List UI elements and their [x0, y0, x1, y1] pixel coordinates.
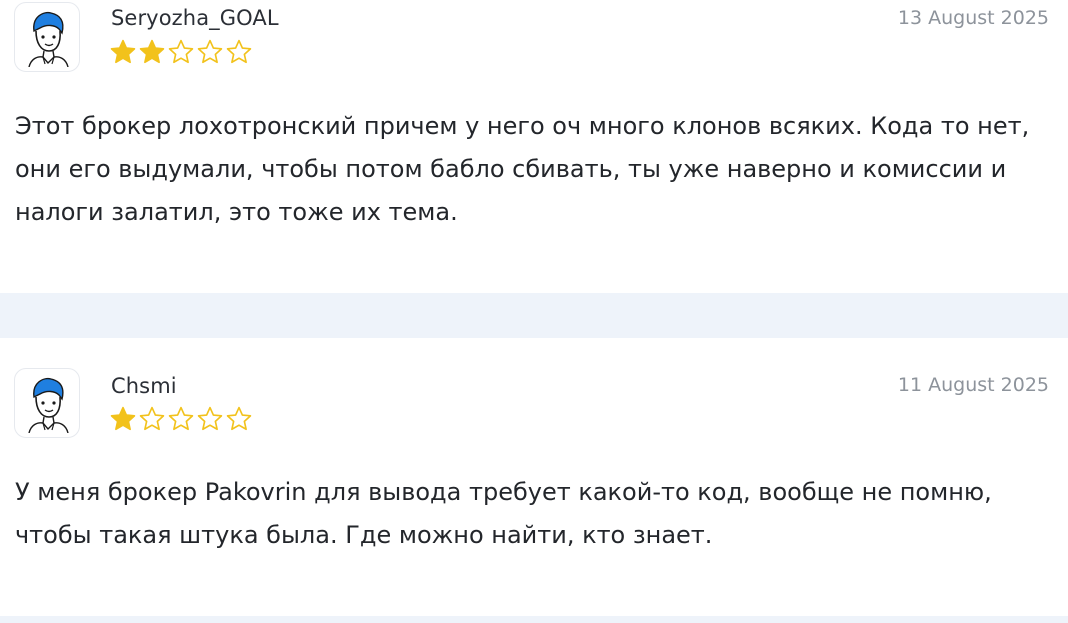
review-card: Chsmi 11 August 2025 У меня брокер Pakov… [0, 338, 1068, 616]
review-date: 11 August 2025 [897, 374, 1049, 396]
review-date: 13 August 2025 [897, 7, 1049, 29]
star-empty-icon [197, 406, 223, 431]
rating-stars [109, 405, 253, 433]
star-empty-icon [168, 39, 194, 64]
avatar[interactable] [14, 2, 80, 72]
user-avatar-icon [28, 377, 69, 433]
star-empty-icon [226, 39, 252, 64]
star-empty-icon [139, 406, 165, 431]
star-filled-icon [110, 406, 136, 431]
review-author[interactable]: Chsmi [111, 374, 177, 398]
star-filled-icon [139, 39, 165, 64]
user-avatar-icon [28, 11, 69, 67]
review-author[interactable]: Seryozha_GOAL [111, 6, 279, 30]
review-text: Этот брокер лохотронский причем у него о… [15, 112, 1030, 226]
review-card: Seryozha_GOAL 13 August 2025 Этот брокер… [0, 0, 1068, 293]
rating-stars [109, 38, 253, 66]
avatar[interactable] [14, 368, 80, 438]
star-empty-icon [168, 406, 194, 431]
star-empty-icon [197, 39, 223, 64]
star-empty-icon [226, 406, 252, 431]
star-filled-icon [110, 39, 136, 64]
review-text: У меня брокер Pakovrin для вывода требуе… [15, 478, 992, 549]
